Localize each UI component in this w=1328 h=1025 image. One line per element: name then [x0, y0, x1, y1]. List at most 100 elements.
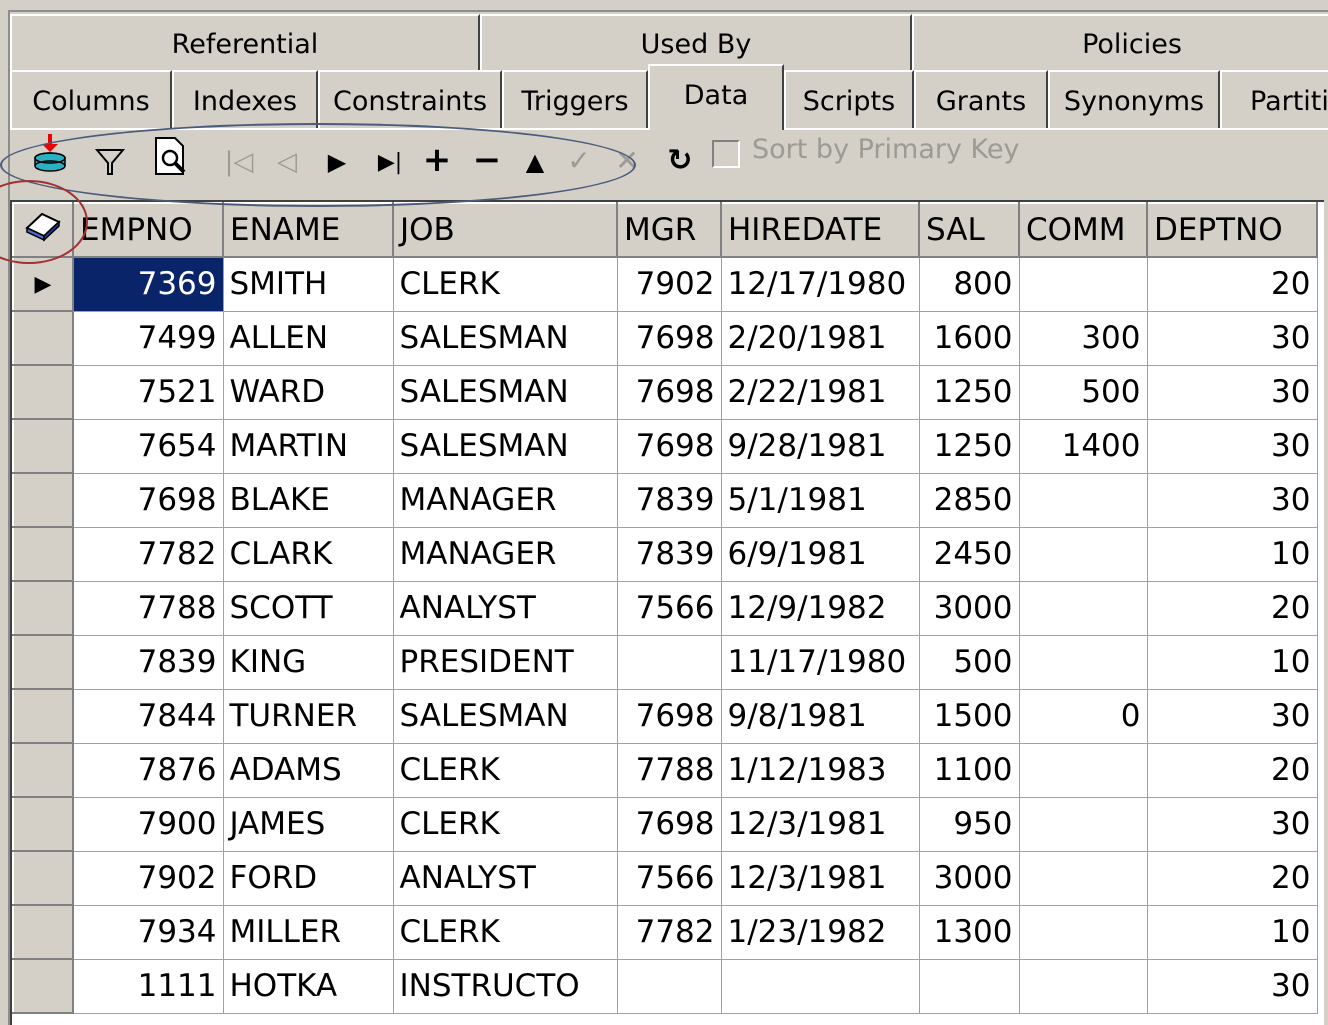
tab-referential[interactable]: Referential: [10, 14, 480, 72]
grid-cell-hiredate[interactable]: 12/9/1982: [721, 581, 920, 636]
grid-cell-hiredate[interactable]: 12/3/1981: [721, 797, 920, 852]
grid-cell-job[interactable]: MANAGER: [393, 527, 618, 582]
column-header-comm[interactable]: COMM: [1018, 202, 1148, 258]
grid-cell-sal[interactable]: 1300: [919, 905, 1020, 960]
table-row[interactable]: 7788 SCOTT ANALYST 7566 12/9/1982 3000 20: [12, 580, 1318, 636]
grid-cell-empno[interactable]: 7788: [73, 581, 224, 636]
grid-cell-hiredate[interactable]: 9/28/1981: [721, 419, 920, 474]
column-header-mgr[interactable]: MGR: [616, 202, 722, 258]
grid-cell-comm[interactable]: [1019, 797, 1148, 852]
grid-cell-job[interactable]: ANALYST: [393, 581, 618, 636]
grid-cell-mgr[interactable]: 7839: [617, 527, 722, 582]
grid-cell-mgr[interactable]: 7566: [617, 851, 722, 906]
grid-cell-sal[interactable]: 1500: [919, 689, 1020, 744]
tab-constraints[interactable]: Constraints: [318, 70, 502, 128]
grid-cell-comm[interactable]: [1019, 743, 1148, 798]
tab-policies[interactable]: Policies: [912, 14, 1328, 72]
grid-cell-sal[interactable]: 2450: [919, 527, 1020, 582]
grid-cell-empno[interactable]: 7934: [73, 905, 224, 960]
grid-cell-comm[interactable]: [1019, 959, 1148, 1014]
row-indicator[interactable]: [12, 418, 74, 474]
grid-cell-mgr[interactable]: 7698: [617, 419, 722, 474]
grid-cell-ename[interactable]: MARTIN: [223, 419, 394, 474]
grid-cell-sal[interactable]: [919, 959, 1020, 1014]
grid-cell-hiredate[interactable]: 12/3/1981: [721, 851, 920, 906]
grid-cell-ename[interactable]: CLARK: [223, 527, 394, 582]
grid-cell-job[interactable]: SALESMAN: [393, 689, 618, 744]
tab-synonyms[interactable]: Synonyms: [1048, 70, 1220, 128]
grid-cell-hiredate[interactable]: 11/17/1980: [721, 635, 920, 690]
row-indicator[interactable]: [12, 472, 74, 528]
row-indicator[interactable]: [12, 850, 74, 906]
table-row[interactable]: 1111 HOTKA INSTRUCTO 30: [12, 958, 1318, 1014]
grid-cell-empno[interactable]: 7499: [73, 311, 224, 366]
column-header-hiredate[interactable]: HIREDATE: [720, 202, 920, 258]
grid-cell-comm[interactable]: 1400: [1019, 419, 1148, 474]
grid-cell-comm[interactable]: [1019, 635, 1148, 690]
table-row[interactable]: 7499 ALLEN SALESMAN 7698 2/20/1981 1600 300 30: [12, 310, 1318, 366]
grid-cell-sal[interactable]: 3000: [919, 851, 1020, 906]
table-row[interactable]: 7654 MARTIN SALESMAN 7698 9/28/1981 1250 1400 3…: [12, 418, 1318, 474]
grid-cell-ename[interactable]: KING: [223, 635, 394, 690]
grid-cell-ename[interactable]: ADAMS: [223, 743, 394, 798]
grid-cell-comm[interactable]: [1019, 581, 1148, 636]
grid-cell-deptno[interactable]: 20: [1147, 581, 1318, 636]
grid-cell-empno[interactable]: 7521: [73, 365, 224, 420]
grid-cell-ename[interactable]: WARD: [223, 365, 394, 420]
grid-cell-hiredate[interactable]: 1/12/1983: [721, 743, 920, 798]
grid-cell-empno[interactable]: 7844: [73, 689, 224, 744]
row-indicator[interactable]: [12, 958, 74, 1014]
table-row[interactable]: ▶ 7369 SMITH CLERK 7902 12/17/1980 800 20: [12, 256, 1318, 312]
grid-cell-empno[interactable]: 7876: [73, 743, 224, 798]
table-row[interactable]: 7521 WARD SALESMAN 7698 2/22/1981 1250 500 30: [12, 364, 1318, 420]
grid-cell-sal[interactable]: 1600: [919, 311, 1020, 366]
grid-cell-job[interactable]: CLERK: [393, 905, 618, 960]
grid-cell-empno[interactable]: 7900: [73, 797, 224, 852]
grid-cell-hiredate[interactable]: 1/23/1982: [721, 905, 920, 960]
grid-cell-ename[interactable]: TURNER: [223, 689, 394, 744]
grid-cell-job[interactable]: INSTRUCTO: [393, 959, 618, 1014]
grid-cell-comm[interactable]: 300: [1019, 311, 1148, 366]
refresh-icon[interactable]: ↻: [662, 138, 698, 182]
row-indicator[interactable]: ▶: [12, 256, 74, 312]
grid-cell-deptno[interactable]: 30: [1147, 689, 1318, 744]
grid-cell-mgr[interactable]: 7788: [617, 743, 722, 798]
row-indicator[interactable]: [12, 364, 74, 420]
column-header-sal[interactable]: SAL: [918, 202, 1020, 258]
grid-cell-deptno[interactable]: 30: [1147, 473, 1318, 528]
grid-cell-mgr[interactable]: 7566: [617, 581, 722, 636]
grid-cell-hiredate[interactable]: 6/9/1981: [721, 527, 920, 582]
table-row[interactable]: 7876 ADAMS CLERK 7788 1/12/1983 1100 20: [12, 742, 1318, 798]
grid-cell-ename[interactable]: JAMES: [223, 797, 394, 852]
grid-cell-deptno[interactable]: 20: [1147, 257, 1318, 312]
grid-cell-comm[interactable]: [1019, 257, 1148, 312]
grid-cell-job[interactable]: MANAGER: [393, 473, 618, 528]
grid-cell-job[interactable]: SALESMAN: [393, 365, 618, 420]
grid-cell-comm[interactable]: [1019, 851, 1148, 906]
tab-grants[interactable]: Grants: [914, 70, 1048, 128]
grid-cell-hiredate[interactable]: [721, 959, 920, 1014]
grid-cell-mgr[interactable]: 7698: [617, 311, 722, 366]
table-row[interactable]: 7934 MILLER CLERK 7782 1/23/1982 1300 10: [12, 904, 1318, 960]
row-indicator[interactable]: [12, 904, 74, 960]
grid-cell-job[interactable]: CLERK: [393, 257, 618, 312]
table-row[interactable]: 7782 CLARK MANAGER 7839 6/9/1981 2450 10: [12, 526, 1318, 582]
grid-cell-comm[interactable]: [1019, 527, 1148, 582]
grid-cell-empno[interactable]: 7902: [73, 851, 224, 906]
tab-data[interactable]: Data: [648, 64, 784, 130]
grid-cell-deptno[interactable]: 10: [1147, 527, 1318, 582]
row-indicator[interactable]: [12, 310, 74, 366]
grid-cell-sal[interactable]: 3000: [919, 581, 1020, 636]
grid-cell-job[interactable]: CLERK: [393, 743, 618, 798]
grid-cell-empno[interactable]: 7839: [73, 635, 224, 690]
row-indicator[interactable]: [12, 634, 74, 690]
grid-cell-hiredate[interactable]: 2/20/1981: [721, 311, 920, 366]
grid-cell-empno[interactable]: 7782: [73, 527, 224, 582]
column-header-empno[interactable]: EMPNO: [72, 202, 224, 258]
grid-cell-empno[interactable]: 7698: [73, 473, 224, 528]
grid-cell-ename[interactable]: FORD: [223, 851, 394, 906]
grid-cell-deptno[interactable]: 30: [1147, 365, 1318, 420]
grid-cell-deptno[interactable]: 30: [1147, 959, 1318, 1014]
grid-cell-ename[interactable]: SMITH: [223, 257, 394, 312]
grid-cell-deptno[interactable]: 10: [1147, 635, 1318, 690]
